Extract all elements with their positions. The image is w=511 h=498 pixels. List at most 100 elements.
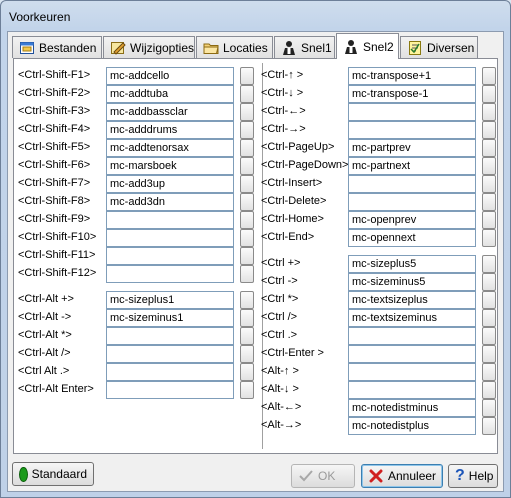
macro-name-field[interactable] <box>348 381 476 399</box>
macro-name-field[interactable] <box>348 103 476 121</box>
browse-macro-button[interactable] <box>482 229 496 247</box>
browse-macro-button[interactable] <box>482 417 496 435</box>
macro-name-field[interactable]: mc-notedistplus <box>348 417 476 435</box>
macro-name-field[interactable]: mc-textsizeminus <box>348 309 476 327</box>
browse-macro-button[interactable] <box>482 327 496 345</box>
shortcut-row: <Ctrl-Home> mc-openprev <box>14 211 499 229</box>
shortcut-row: <Ctrl-PageUp> mc-partprev <box>14 139 499 157</box>
help-question-icon: ? <box>455 467 465 484</box>
tab-label: Snel1 <box>301 40 332 55</box>
shortcut-key-label: <Ctrl-→> <box>261 123 306 135</box>
macro-name-field[interactable]: mc-sizeplus5 <box>348 255 476 273</box>
shortcut-row: <Alt-↑ > <box>14 363 499 381</box>
person-icon <box>281 40 297 56</box>
browse-macro-button[interactable] <box>482 121 496 139</box>
macro-name-field[interactable]: mc-transpose+1 <box>348 67 476 85</box>
macro-name-field[interactable]: mc-notedistminus <box>348 399 476 417</box>
green-dot-icon <box>19 466 28 482</box>
tab-label: Snel2 <box>363 39 394 54</box>
browse-macro-button[interactable] <box>482 273 496 291</box>
browse-macro-button[interactable] <box>482 345 496 363</box>
shortcut-key-label: <Ctrl-←> <box>261 105 306 117</box>
dialog-client-area: Bestanden Wijzigopties Locaties Snel1 Snel2 D… <box>7 31 504 492</box>
help-label: Help <box>468 469 494 483</box>
shortcut-row: <Ctrl-Insert> <box>14 175 499 193</box>
ok-label: OK <box>318 469 336 483</box>
shortcut-row: <Ctrl *> mc-textsizeplus <box>14 291 499 309</box>
shortcut-row: <Ctrl .> <box>14 327 499 345</box>
cancel-x-icon <box>368 468 384 484</box>
standaard-label: Standaard <box>31 467 87 481</box>
tab-label: Locaties <box>223 40 268 55</box>
macro-name-field[interactable] <box>348 121 476 139</box>
tab-label: Wijzigopties <box>130 40 195 55</box>
shortcut-key-label: <Ctrl-↑ > <box>261 69 304 81</box>
shortcut-row: <Ctrl-Delete> <box>14 193 499 211</box>
macro-name-field[interactable]: mc-sizeminus5 <box>348 273 476 291</box>
macro-name-field[interactable] <box>348 345 476 363</box>
tab-bestanden[interactable]: Bestanden <box>12 36 102 58</box>
shortcut-key-label: <Ctrl-PageDown> <box>261 159 349 171</box>
shortcut-row: <Ctrl /> mc-textsizeminus <box>14 309 499 327</box>
shortcut-key-label: <Ctrl *> <box>261 293 299 305</box>
browse-macro-button[interactable] <box>482 399 496 417</box>
macro-name-field[interactable] <box>348 363 476 381</box>
shortcut-row: <Ctrl-↑ > mc-transpose+1 <box>14 67 499 85</box>
edit-picture-icon <box>110 40 126 56</box>
browse-macro-button[interactable] <box>482 363 496 381</box>
shortcut-panel: <Ctrl-Shift-F1> mc-addcello <Ctrl-Shift-F2… <box>13 58 498 454</box>
shortcut-key-label: <Ctrl-Home> <box>261 213 324 225</box>
tab-label: Diversen <box>427 40 475 55</box>
browse-macro-button[interactable] <box>482 381 496 399</box>
browse-macro-button[interactable] <box>482 309 496 327</box>
tab-locaties[interactable]: Locaties <box>196 36 273 58</box>
tab-wijzigopties[interactable]: Wijzigopties <box>103 36 195 58</box>
help-button[interactable]: ? Help <box>448 464 498 488</box>
macro-name-field[interactable] <box>348 175 476 193</box>
shortcut-row: <Ctrl-↓ > mc-transpose-1 <box>14 85 499 103</box>
ok-button[interactable]: OK <box>291 464 355 488</box>
shortcut-key-label: <Ctrl /> <box>261 311 298 323</box>
browse-macro-button[interactable] <box>482 291 496 309</box>
standaard-button[interactable]: Standaard <box>12 462 94 486</box>
browse-macro-button[interactable] <box>482 255 496 273</box>
shortcut-row: <Alt-→> mc-notedistplus <box>14 417 499 435</box>
shortcut-row: <Ctrl-Enter > <box>14 345 499 363</box>
browse-macro-button[interactable] <box>482 157 496 175</box>
window-title: Voorkeuren <box>9 10 71 24</box>
tab-snel1[interactable]: Snel1 <box>274 36 335 58</box>
macro-name-field[interactable]: mc-opennext <box>348 229 476 247</box>
shortcut-key-label: <Alt-↑ > <box>261 365 299 377</box>
browse-macro-button[interactable] <box>482 85 496 103</box>
shortcut-key-label: <Ctrl-End> <box>261 231 315 243</box>
macro-name-field[interactable]: mc-textsizeplus <box>348 291 476 309</box>
macro-name-field[interactable]: mc-partnext <box>348 157 476 175</box>
browse-macro-button[interactable] <box>482 211 496 229</box>
title-bar[interactable]: Voorkeuren <box>1 1 510 31</box>
shortcut-row: <Alt-↓ > <box>14 381 499 399</box>
checkmark-icon <box>298 468 314 484</box>
macro-name-field[interactable] <box>348 327 476 345</box>
shortcut-key-label: <Ctrl-PageUp> <box>261 141 335 153</box>
browse-macro-button[interactable] <box>482 67 496 85</box>
browse-macro-button[interactable] <box>482 103 496 121</box>
shortcut-key-label: <Ctrl-Insert> <box>261 177 323 189</box>
notepad-icon <box>407 40 423 56</box>
shortcut-key-label: <Ctrl .> <box>261 329 298 341</box>
shortcut-key-label: <Alt-←> <box>261 401 302 413</box>
macro-name-field[interactable]: mc-transpose-1 <box>348 85 476 103</box>
shortcut-row: <Ctrl -> mc-sizeminus5 <box>14 273 499 291</box>
browse-macro-button[interactable] <box>482 175 496 193</box>
shortcut-row: <Ctrl +> mc-sizeplus5 <box>14 255 499 273</box>
shortcut-key-label: <Ctrl +> <box>261 257 301 269</box>
macro-name-field[interactable] <box>348 193 476 211</box>
shortcut-key-label: <Ctrl-Delete> <box>261 195 327 207</box>
browse-macro-button[interactable] <box>482 139 496 157</box>
tab-diversen[interactable]: Diversen <box>400 36 478 58</box>
tab-snel2[interactable]: Snel2 <box>336 33 399 59</box>
preferences-window: Voorkeuren Bestanden Wijzigopties Locaties… <box>0 0 511 498</box>
annuleer-button[interactable]: Annuleer <box>361 464 443 488</box>
macro-name-field[interactable]: mc-openprev <box>348 211 476 229</box>
browse-macro-button[interactable] <box>482 193 496 211</box>
macro-name-field[interactable]: mc-partprev <box>348 139 476 157</box>
